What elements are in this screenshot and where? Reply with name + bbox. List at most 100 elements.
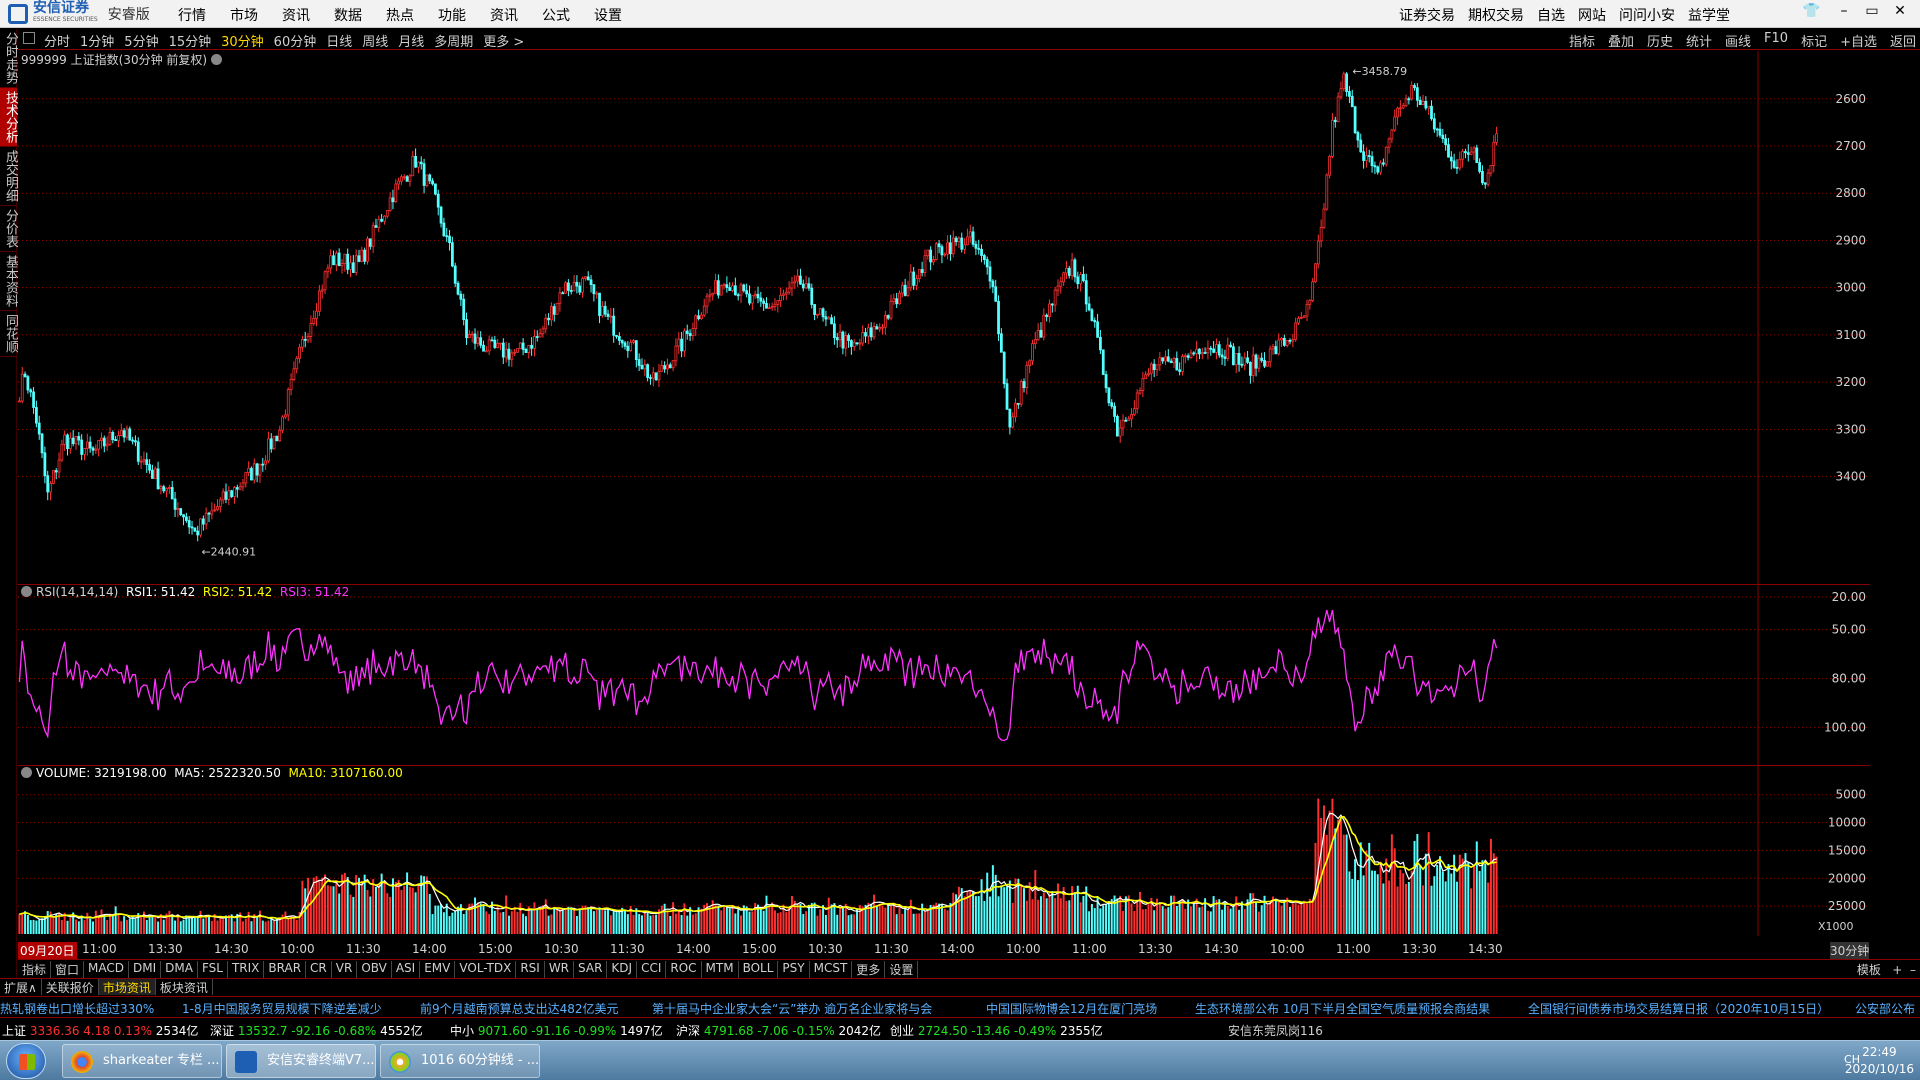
info-tab[interactable]: 扩展∧ (0, 979, 42, 995)
top-link[interactable]: 证券交易 (1399, 5, 1455, 25)
top-link[interactable]: 问问小安 (1619, 5, 1675, 25)
indicator-tab[interactable]: 窗口 (51, 961, 85, 978)
indicator-tab[interactable]: MCST (810, 961, 853, 978)
news-item[interactable]: 公安部公布 (1855, 1000, 1915, 1016)
indicator-tab[interactable]: CCI (637, 961, 667, 978)
indicator-tab[interactable]: TRIX (228, 961, 265, 978)
news-item[interactable]: 第十届马中企业家大会“云”举办 逾万名企业家将与会 (652, 1000, 932, 1016)
start-button[interactable] (6, 1043, 46, 1079)
period-tab[interactable]: 分时 (44, 31, 70, 50)
side-tab[interactable]: 分价表 (0, 206, 18, 252)
news-item[interactable]: 1-8月中国服务贸易规模下降逆差减少 (182, 1000, 382, 1016)
top-link[interactable]: 自选 (1537, 5, 1565, 25)
tool-button[interactable]: 统计 (1686, 31, 1712, 50)
indicator-tab[interactable]: DMI (129, 961, 162, 978)
news-item[interactable]: 中国国际物博会12月在厦门亮场 (986, 1000, 1157, 1016)
menu-item[interactable]: 公式 (542, 5, 570, 25)
tool-button[interactable]: 指标 (1569, 31, 1595, 50)
menu-item[interactable]: 功能 (438, 5, 466, 25)
index-quote[interactable]: 沪深 4791.68 -7.06 -0.15% 2042亿 (676, 1022, 881, 1039)
top-link[interactable]: 期权交易 (1468, 5, 1524, 25)
panel-menu-icon[interactable] (21, 586, 32, 597)
index-quote[interactable]: 上证 3336.36 4.18 0.13% 2534亿 (2, 1022, 198, 1039)
indicator-tab[interactable]: VR (332, 961, 358, 978)
indicator-tab[interactable]: WR (545, 961, 575, 978)
period-tab[interactable]: 60分钟 (274, 31, 317, 50)
period-tab[interactable]: 更多 > (483, 31, 524, 50)
tool-button[interactable]: 标记 (1801, 31, 1827, 50)
menu-item[interactable]: 热点 (386, 5, 414, 25)
index-quote[interactable]: 创业 2724.50 -13.46 -0.49% 2355亿 (890, 1022, 1103, 1039)
indicator-tab[interactable]: ASI (392, 961, 421, 978)
menu-item[interactable]: 数据 (334, 5, 362, 25)
side-tab[interactable]: 技术分析 (0, 88, 18, 147)
info-tab[interactable]: 市场资讯 (98, 979, 156, 995)
panel-menu-icon[interactable] (210, 54, 222, 65)
indicator-tab[interactable]: BRAR (264, 961, 307, 978)
template-button[interactable]: 模板 + – (1857, 961, 1916, 978)
zoom-in-button[interactable]: + (1892, 963, 1902, 977)
indicator-tab[interactable]: DMA (161, 961, 198, 978)
side-tab[interactable]: 基本资料 (0, 252, 18, 311)
rsi-panel[interactable]: 100.00 80.00 50.00 20.00 RSI(14,14,14) RSI1… (18, 585, 1870, 765)
index-quote[interactable]: 深证 13532.7 -92.16 -0.68% 4552亿 (210, 1022, 423, 1039)
period-tab[interactable]: 月线 (398, 31, 424, 50)
indicator-tab[interactable]: MACD (84, 961, 130, 978)
taskbar-item-terminal[interactable]: 安信安睿终端V7.... (226, 1044, 376, 1078)
tool-button[interactable]: 返回 (1890, 31, 1916, 50)
indicator-tab[interactable]: OBV (357, 961, 392, 978)
indicator-tab[interactable]: BOLL (739, 961, 779, 978)
index-quote[interactable]: 中小 9071.60 -91.16 -0.99% 1497亿 (450, 1022, 663, 1039)
side-tab[interactable]: 同花顺 (0, 311, 18, 357)
period-tab[interactable]: 多周期 (434, 31, 473, 50)
menu-item[interactable]: 资讯 (282, 5, 310, 25)
menu-item[interactable]: 资讯 (490, 5, 518, 25)
menu-item[interactable]: 市场 (230, 5, 258, 25)
indicator-tab[interactable]: 设置 (885, 961, 919, 978)
tool-button[interactable]: +自选 (1840, 31, 1877, 50)
indicator-tab[interactable]: 指标 (18, 961, 52, 978)
menu-item[interactable]: 行情 (178, 5, 206, 25)
indicator-tab[interactable]: KDJ (607, 961, 638, 978)
info-tab[interactable]: 板块资讯 (156, 979, 213, 995)
indicator-tab[interactable]: FSL (198, 961, 228, 978)
indicator-tab[interactable]: VOL-TDX (455, 961, 517, 978)
period-tab[interactable]: 30分钟 (221, 31, 264, 50)
news-item[interactable]: 生态环境部公布 10月下半月全国空气质量预报会商结果 (1195, 1000, 1490, 1016)
close-button[interactable]: ✕ (1886, 3, 1914, 19)
volume-panel[interactable]: 25000 20000 15000 10000 5000 X1000 VOLUME: 32… (18, 766, 1870, 936)
indicator-tab[interactable]: 更多 (852, 961, 886, 978)
panel-toggle-icon[interactable] (23, 32, 35, 44)
indicator-tab[interactable]: CR (306, 961, 332, 978)
panel-menu-icon[interactable] (21, 767, 32, 778)
period-tab[interactable]: 15分钟 (169, 31, 212, 50)
top-link[interactable]: 益学堂 (1688, 5, 1730, 25)
clock[interactable]: 22:49 2020/10/16 (1845, 1044, 1914, 1078)
indicator-tab[interactable]: ROC (666, 961, 702, 978)
info-tab[interactable]: 关联报价 (42, 979, 99, 995)
skin-icon[interactable]: 👕 (1803, 3, 1820, 19)
side-tab[interactable]: 分时走势 (0, 29, 18, 88)
tool-button[interactable]: 叠加 (1608, 31, 1634, 50)
indicator-tab[interactable]: RSI (516, 961, 545, 978)
news-item[interactable]: 热轧钢卷出口增长超过330% (0, 1000, 154, 1016)
zoom-out-button[interactable]: – (1910, 963, 1916, 977)
restore-button[interactable]: ▭ (1858, 3, 1886, 19)
taskbar-item-paint[interactable]: 1016 60分钟线 - ... (380, 1044, 540, 1078)
indicator-tab[interactable]: PSY (778, 961, 810, 978)
tool-button[interactable]: 画线 (1725, 31, 1751, 50)
period-tab[interactable]: 1分钟 (80, 31, 114, 50)
indicator-tab[interactable]: SAR (574, 961, 608, 978)
news-ticker[interactable]: 热轧钢卷出口增长超过330% 1-8月中国服务贸易规模下降逆差减少 前9个月越南预算… (0, 996, 1920, 1016)
taskbar-item-chrome[interactable]: sharkeater 专栏 ... (62, 1044, 222, 1078)
news-item[interactable]: 全国银行间债券市场交易结算日报（2020年10月15日） (1528, 1000, 1829, 1016)
menu-item[interactable]: 设置 (594, 5, 622, 25)
period-tab[interactable]: 周线 (362, 31, 388, 50)
candlestick-panel[interactable]: 3400 3300 3200 3100 3000 2900 2800 2700 2600 ←345… (18, 51, 1870, 584)
period-tab[interactable]: 5分钟 (124, 31, 158, 50)
tool-button[interactable]: 历史 (1647, 31, 1673, 50)
minimize-button[interactable]: – (1830, 3, 1858, 19)
period-tab[interactable]: 日线 (326, 31, 352, 50)
tool-button[interactable]: F10 (1764, 31, 1788, 50)
news-item[interactable]: 前9个月越南预算总支出达482亿美元 (420, 1000, 619, 1016)
